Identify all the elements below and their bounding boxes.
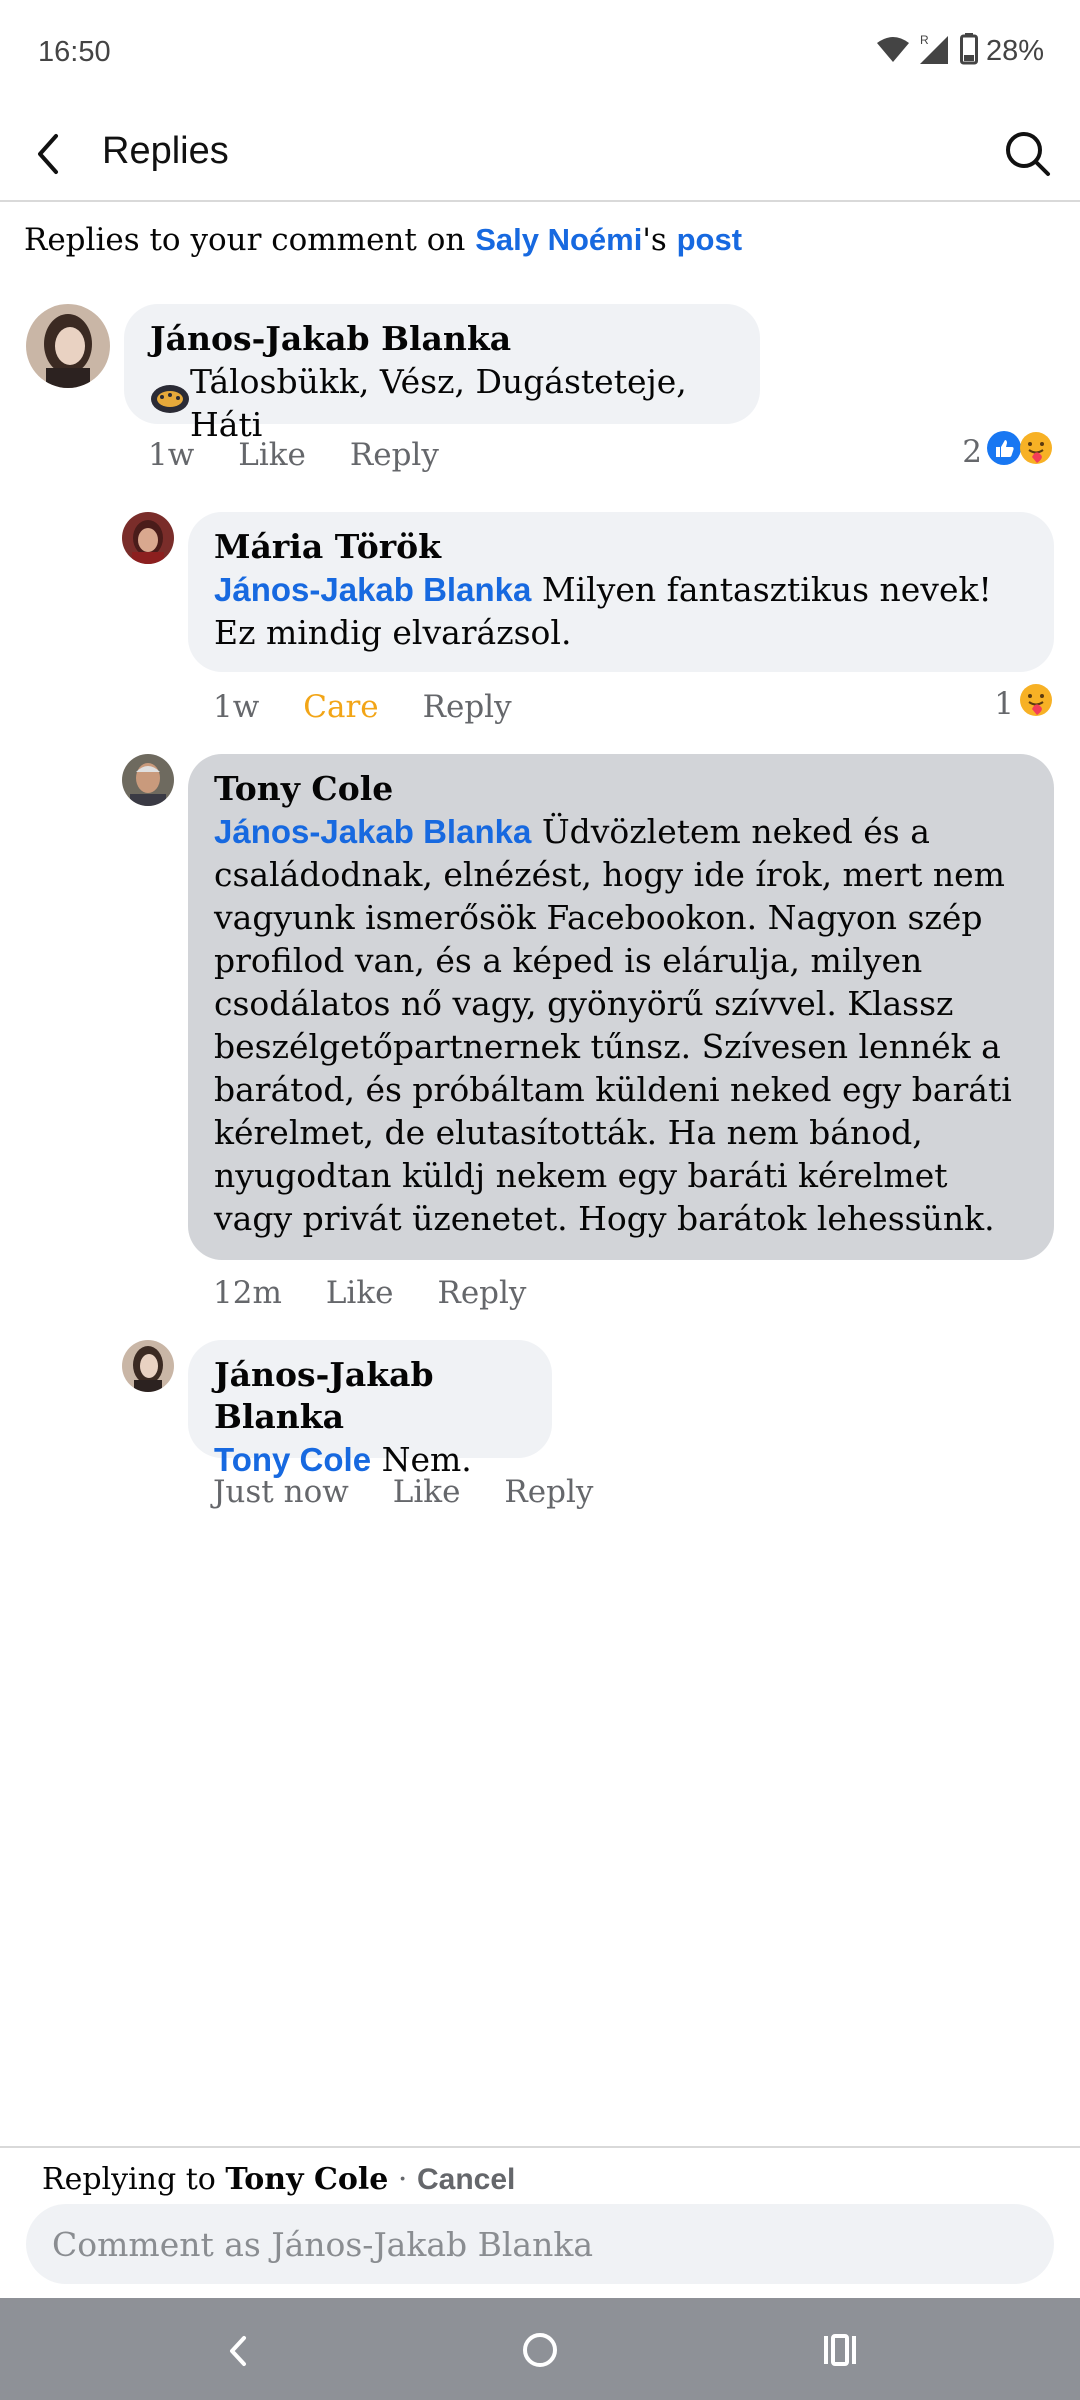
page-title: Replies	[102, 130, 229, 172]
reply-bubble[interactable]: Mária Török János-Jakab Blanka Milyen fa…	[188, 512, 1054, 672]
like-button[interactable]: Like	[393, 1474, 461, 1510]
reply-button[interactable]: Reply	[423, 689, 512, 725]
search-button[interactable]	[1000, 126, 1056, 182]
post-author-link[interactable]: Saly Noémi	[475, 222, 642, 257]
care-reaction-icon	[1018, 682, 1054, 726]
reply-author[interactable]: Tony Cole	[214, 768, 1028, 810]
reaction-summary[interactable]: 1	[994, 682, 1054, 726]
reply-button[interactable]: Reply	[350, 437, 439, 473]
avatar-janos-jakab-blanka[interactable]	[122, 1340, 174, 1392]
reply-bubble-highlighted[interactable]: Tony Cole János-Jakab Blanka Üdvözletem …	[188, 754, 1054, 1260]
reply-time: 1w	[213, 689, 260, 725]
care-reaction-icon	[1018, 430, 1054, 474]
replying-to-name: Tony Cole	[225, 2162, 389, 2197]
back-button[interactable]	[24, 128, 76, 180]
post-link[interactable]: post	[677, 222, 742, 257]
system-nav-bar	[0, 2298, 1080, 2400]
replying-prefix: Replying to	[42, 2162, 226, 2197]
nav-home-icon	[523, 2333, 557, 2367]
context-prefix: Replies to your comment on	[24, 222, 476, 258]
comment-text-row: Tálosbükk, Vész, Dugásteteje, Háti	[150, 360, 734, 446]
comment-time: 1w	[148, 437, 195, 473]
cancel-reply-button[interactable]: Cancel	[417, 2163, 515, 2196]
signal-icon: R	[918, 32, 952, 70]
comment-bubble[interactable]: János-Jakab Blanka Tálosbükk, Vész, Dugá…	[124, 304, 760, 444]
comment-input[interactable]	[26, 2204, 1054, 2284]
reply-time: Just now	[213, 1474, 349, 1510]
emoji-icon	[150, 381, 190, 425]
context-possessive: 's	[642, 222, 677, 258]
reply-body: Üdvözletem neked és a családodnak, elnéz…	[214, 812, 1012, 1238]
avatar-maria-torok[interactable]	[122, 512, 174, 564]
battery-percent: 28%	[985, 34, 1044, 67]
battery-icon	[959, 33, 978, 69]
reply-bubble[interactable]: János-Jakab Blanka Tony Cole Nem.	[188, 1340, 552, 1479]
like-button[interactable]: Like	[238, 437, 306, 473]
nav-recents-button[interactable]	[814, 2324, 866, 2376]
replying-to-line: Replying to Tony Cole · Cancel	[42, 2162, 515, 2197]
reply-author[interactable]: János-Jakab Blanka	[214, 1354, 526, 1438]
replies-context: Replies to your comment on Saly Noémi's …	[24, 222, 742, 258]
reply-time: 12m	[213, 1275, 282, 1311]
comment-actions: 1w Like Reply	[148, 437, 439, 473]
separator: ·	[397, 2162, 408, 2197]
mention-link[interactable]: János-Jakab Blanka	[214, 813, 531, 850]
reply-composer: Replying to Tony Cole · Cancel	[0, 2146, 1080, 2300]
reply-text: János-Jakab Blanka Milyen fantasztikus n…	[214, 568, 1028, 654]
reply-text: János-Jakab Blanka Üdvözletem neked és a…	[214, 810, 1028, 1240]
reaction-summary[interactable]: 2	[962, 430, 1054, 474]
reply-actions: 12m Like Reply	[213, 1275, 526, 1311]
mention-link[interactable]: Tony Cole	[214, 1441, 371, 1478]
search-icon	[1006, 132, 1050, 176]
avatar-tony-cole[interactable]	[122, 754, 174, 806]
reply-actions: 1w Care Reply	[213, 689, 512, 725]
nav-recents-icon	[824, 2334, 856, 2366]
care-reaction-button[interactable]: Care	[303, 689, 378, 725]
back-arrow-icon	[38, 134, 58, 174]
reaction-count: 1	[994, 686, 1014, 722]
status-time: 16:50	[38, 36, 111, 68]
comment-author[interactable]: János-Jakab Blanka	[150, 318, 734, 360]
nav-home-button[interactable]	[514, 2324, 566, 2376]
like-button[interactable]: Like	[326, 1275, 394, 1311]
reply-actions: Just now Like Reply	[213, 1474, 593, 1510]
reaction-count: 2	[962, 434, 982, 470]
mention-link[interactable]: János-Jakab Blanka	[214, 571, 531, 608]
comment-text: Tálosbükk, Vész, Dugásteteje, Háti	[190, 362, 687, 444]
app-header: Replies	[0, 108, 1080, 202]
reply-button[interactable]: Reply	[504, 1474, 593, 1510]
reply-button[interactable]: Reply	[437, 1275, 526, 1311]
like-reaction-icon	[986, 430, 1022, 474]
nav-back-icon	[230, 2336, 246, 2366]
reply-author[interactable]: Mária Török	[214, 526, 1028, 568]
wifi-icon	[876, 35, 910, 67]
nav-back-button[interactable]	[214, 2326, 264, 2376]
avatar-janos-jakab-blanka[interactable]	[26, 304, 110, 388]
status-icons: R 28%	[876, 32, 1044, 70]
svg-text:R: R	[920, 33, 929, 47]
